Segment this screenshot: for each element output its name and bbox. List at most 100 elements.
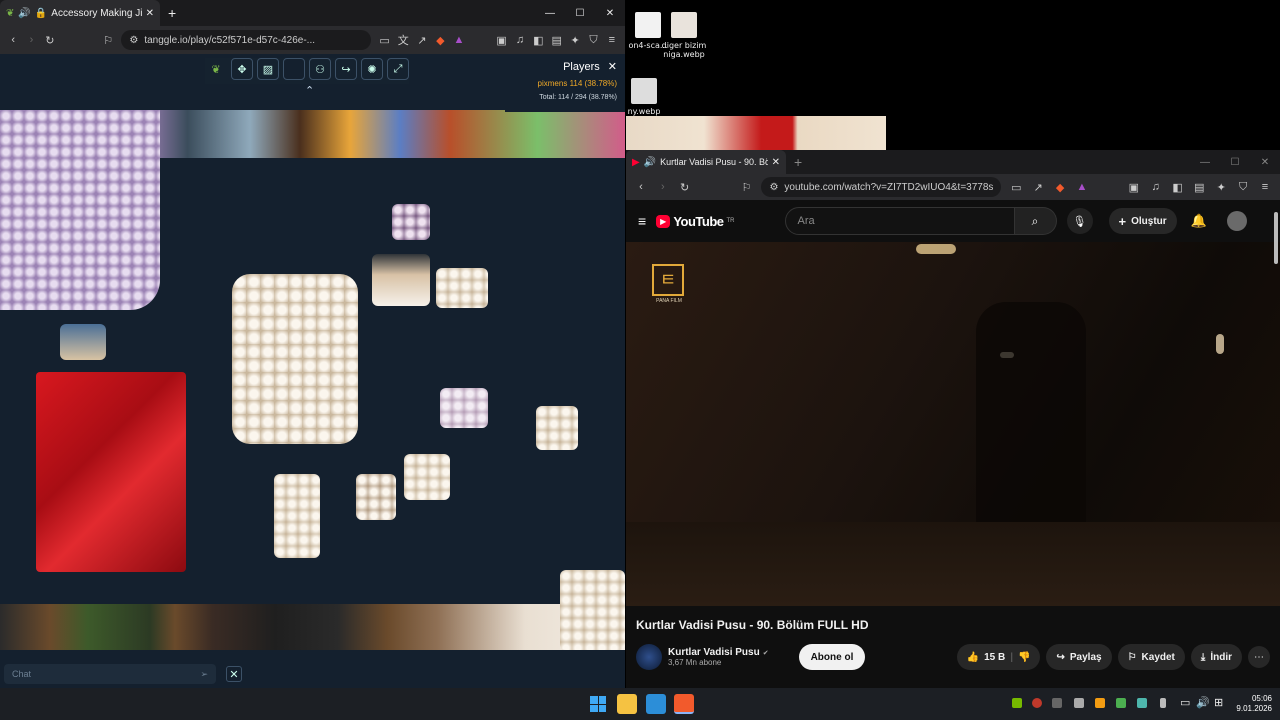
avatar[interactable] xyxy=(1226,211,1247,231)
background-color-icon[interactable] xyxy=(283,58,305,80)
puzzle-piece-2[interactable] xyxy=(372,254,430,306)
bookmark-icon[interactable]: ⚐ xyxy=(740,179,754,195)
puzzle-piece-5[interactable] xyxy=(536,406,578,450)
chat-input[interactable]: Chat ➢ xyxy=(4,664,216,684)
save-button[interactable]: ⚐ Kaydet xyxy=(1117,644,1185,670)
new-tab-icon[interactable]: + xyxy=(794,154,802,170)
translate-icon[interactable]: 文 xyxy=(398,32,409,48)
share-icon[interactable]: ↪ xyxy=(335,58,357,80)
puzzle-cluster-white[interactable] xyxy=(232,274,358,444)
clock[interactable]: 05:06 9.01.2026 xyxy=(1232,694,1272,714)
search-button[interactable]: ⌕ xyxy=(1014,207,1057,235)
share-icon[interactable]: ↗ xyxy=(1031,179,1045,195)
channel-name[interactable]: Kurtlar Vadisi Pusu xyxy=(668,647,760,658)
tray-icon-3[interactable] xyxy=(1052,698,1062,708)
media-icon[interactable]: ♫ xyxy=(515,32,525,48)
maximize-icon[interactable]: ☐ xyxy=(1220,157,1250,168)
panel-icon[interactable]: ◧ xyxy=(1171,179,1185,195)
brave-shield-icon[interactable]: ◆ xyxy=(435,32,445,48)
tray-icon-4[interactable] xyxy=(1074,698,1084,708)
brave-rewards-icon[interactable]: ▲ xyxy=(1075,179,1089,195)
puzzle-piece-7[interactable] xyxy=(356,474,396,520)
sidebar-icon[interactable]: ▣ xyxy=(496,32,506,48)
puzzle-piece-3[interactable] xyxy=(436,268,488,308)
media-icon[interactable]: ♫ xyxy=(1149,179,1163,195)
share-button[interactable]: ↪ Paylaş xyxy=(1046,644,1112,670)
like-button[interactable]: 👍 15 B | 👎 xyxy=(956,644,1041,670)
microphone-icon[interactable]: 🎙 xyxy=(1066,208,1093,234)
forward-icon[interactable]: › xyxy=(26,32,36,48)
nvidia-tray-icon[interactable] xyxy=(1012,698,1022,708)
share-icon[interactable]: ↗ xyxy=(417,32,427,48)
bookmark-icon[interactable]: ⚐ xyxy=(103,32,113,48)
tanggle-logo-icon[interactable]: ❦ xyxy=(205,58,227,80)
puzzle-piece-icon[interactable]: ✥ xyxy=(231,58,253,80)
close-tab-icon[interactable]: ✕ xyxy=(146,8,154,19)
tray-icon-6[interactable] xyxy=(1116,698,1126,708)
leo-icon[interactable]: ✦ xyxy=(570,32,580,48)
minimize-icon[interactable]: — xyxy=(1190,157,1220,168)
image-preview-icon[interactable]: ▨ xyxy=(257,58,279,80)
players-icon[interactable]: ⚇ xyxy=(309,58,331,80)
fullscreen-icon[interactable]: ⤢ xyxy=(387,58,409,80)
wallet-icon[interactable]: ▤ xyxy=(552,32,562,48)
tray-icon-7[interactable] xyxy=(1137,698,1147,708)
cast-icon[interactable]: ▭ xyxy=(379,32,389,48)
start-icon[interactable] xyxy=(588,694,608,714)
search-input[interactable]: Ara xyxy=(784,207,1015,235)
puzzle-board[interactable]: ❦ ✥ ▨ ⚇ ↪ ✺ ⤢ ⌃ Players ✕ pixmens 114 (3… xyxy=(0,54,625,688)
tray-icon-2[interactable] xyxy=(1032,698,1042,708)
vpn-icon[interactable]: ⛉ xyxy=(588,32,598,48)
hamburger-icon[interactable]: ≡ xyxy=(638,213,646,229)
photos-icon[interactable] xyxy=(646,694,666,714)
maximize-icon[interactable]: ☐ xyxy=(565,8,595,19)
scrollbar[interactable] xyxy=(1274,212,1278,264)
puzzle-piece-4[interactable] xyxy=(440,388,488,428)
settings-icon[interactable]: ✺ xyxy=(361,58,383,80)
collapse-toolbar-icon[interactable]: ⌃ xyxy=(305,84,314,97)
vpn-icon[interactable]: ⛉ xyxy=(1236,179,1250,195)
brave-shield-icon[interactable]: ◆ xyxy=(1053,179,1067,195)
expand-chat-icon[interactable]: ✕ xyxy=(226,666,242,682)
menu-icon[interactable]: ≡ xyxy=(607,32,617,48)
sidebar-icon[interactable]: ▣ xyxy=(1127,179,1141,195)
reload-icon[interactable]: ↻ xyxy=(45,32,55,48)
notifications-icon[interactable]: 🔔 xyxy=(1191,213,1207,229)
panel-icon[interactable]: ◧ xyxy=(533,32,543,48)
back-icon[interactable]: ‹ xyxy=(634,179,648,195)
minimize-icon[interactable]: — xyxy=(535,8,565,19)
more-options-icon[interactable]: ⋯ xyxy=(1248,646,1270,668)
puzzle-piece-1[interactable] xyxy=(392,204,430,240)
send-icon[interactable]: ➢ xyxy=(200,669,208,680)
network-icon[interactable]: ▭ xyxy=(1180,696,1190,709)
close-window-icon[interactable]: ✕ xyxy=(595,8,625,19)
puzzle-cluster-red[interactable] xyxy=(36,372,186,572)
address-bar[interactable]: ⚙ youtube.com/watch?v=ZI7TD2wIUO4&t=3778… xyxy=(761,177,1002,197)
desktop-icon-2[interactable]: diger bizim niga.webp xyxy=(652,12,716,59)
puzzle-cluster-corner[interactable] xyxy=(560,570,625,650)
puzzle-cluster-purple[interactable] xyxy=(0,110,160,310)
brave-rewards-icon[interactable]: ▲ xyxy=(453,32,464,48)
download-button[interactable]: ⤓ İndir xyxy=(1190,644,1242,670)
usb-tray-icon[interactable] xyxy=(1160,698,1166,708)
language-icon[interactable]: ⊞ xyxy=(1214,696,1223,709)
reload-icon[interactable]: ↻ xyxy=(678,179,692,195)
file-explorer-icon[interactable] xyxy=(617,694,637,714)
thumbs-down-icon[interactable]: 👎 xyxy=(1018,652,1030,663)
wallet-icon[interactable]: ▤ xyxy=(1192,179,1206,195)
close-window-icon[interactable]: ✕ xyxy=(1250,157,1280,168)
new-tab-icon[interactable]: + xyxy=(168,5,176,21)
volume-icon[interactable]: 🔊 xyxy=(1196,696,1210,709)
channel-avatar[interactable] xyxy=(636,644,662,670)
video-player[interactable]: ㅌ PANA FILM xyxy=(626,242,1280,606)
subscribe-button[interactable]: Abone ol xyxy=(798,644,866,670)
puzzle-piece-8[interactable] xyxy=(274,474,320,558)
tab-puzzle[interactable]: ❦ 🔊 🔒 Accessory Making Jigsaw ✕ xyxy=(0,0,160,26)
puzzle-edge-bottom[interactable] xyxy=(0,604,625,650)
tray-icon-5[interactable] xyxy=(1095,698,1105,708)
puzzle-piece-blue[interactable] xyxy=(60,324,106,360)
address-bar[interactable]: ⚙ tanggle.io/play/c52f571e-d57c-426e-... xyxy=(121,30,372,50)
menu-icon[interactable]: ≡ xyxy=(1258,179,1272,195)
close-tab-icon[interactable]: ✕ xyxy=(772,157,780,168)
forward-icon[interactable]: › xyxy=(656,179,670,195)
